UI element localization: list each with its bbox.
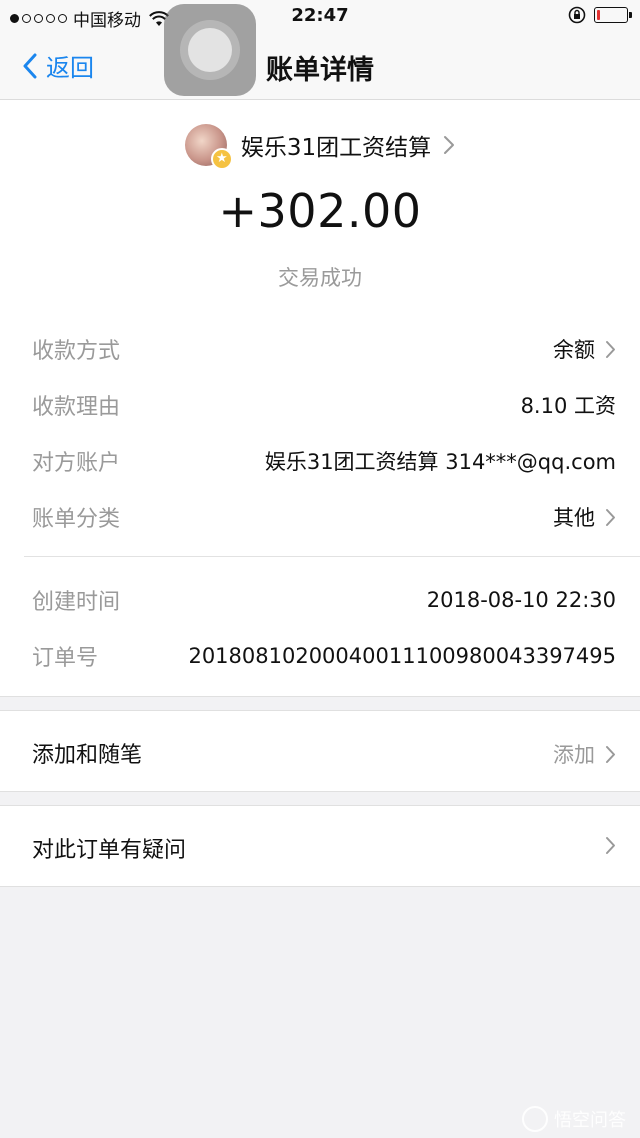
meta-row-created-time: 创建时间 2018-08-10 22:30	[32, 580, 616, 620]
battery-level	[597, 10, 600, 20]
detail-label: 账单分类	[32, 507, 121, 532]
transaction-status: 交易成功	[278, 266, 362, 290]
transaction-amount: +302.00	[218, 184, 422, 238]
clock: 22:47	[291, 5, 349, 26]
detail-value: 8.10 工资	[520, 394, 616, 418]
question-label: 对此订单有疑问	[32, 838, 187, 863]
detail-row-payment-method[interactable]: 收款方式 余额	[32, 329, 616, 369]
page-title: 账单详情	[266, 55, 374, 86]
watermark: 悟空问答	[522, 1106, 626, 1132]
watermark-text: 悟空问答	[554, 1110, 626, 1131]
navigation-bar: 返回 账单详情	[0, 34, 640, 100]
detail-value: 其他	[553, 506, 595, 530]
order-question-row[interactable]: 对此订单有疑问	[0, 805, 640, 887]
detail-value: 娱乐31团工资结算 314***@qq.com	[264, 450, 616, 474]
detail-row-reason: 收款理由 8.10 工资	[32, 385, 616, 425]
chevron-right-icon	[606, 837, 615, 854]
chevron-right-icon	[606, 745, 615, 763]
chevron-right-icon	[444, 136, 455, 154]
meta-row-order-number: 订单号 20180810200040011100980043397495	[32, 636, 616, 676]
battery-icon	[594, 7, 632, 23]
assistive-touch-button[interactable]	[164, 4, 256, 96]
detail-row-counterparty: 对方账户 娱乐31团工资结算 314***@qq.com	[32, 441, 616, 481]
payee-name: 娱乐31团工资结算	[240, 135, 432, 161]
meta-value: 20180810200040011100980043397495	[188, 644, 616, 668]
transaction-card: ★ 娱乐31团工资结算 +302.00 交易成功 收款方式 余额 收款理由 8.…	[0, 100, 640, 697]
notes-label: 添加和随笔	[32, 743, 143, 768]
chevron-right-icon	[606, 508, 615, 526]
detail-label: 收款方式	[32, 339, 121, 364]
detail-label: 对方账户	[32, 451, 121, 476]
chevron-right-icon	[606, 340, 615, 358]
divider	[24, 556, 640, 557]
payee-link[interactable]: ★ 娱乐31团工资结算	[0, 122, 640, 170]
status-bar: 中国移动 22:47	[0, 0, 640, 34]
star-badge-icon: ★	[210, 148, 233, 170]
detail-value: 余额	[553, 338, 595, 362]
detail-row-category[interactable]: 账单分类 其他	[32, 497, 616, 537]
rotation-lock-icon	[568, 6, 586, 24]
notes-action: 添加	[553, 743, 595, 767]
meta-label: 订单号	[32, 646, 99, 671]
wukong-logo-icon	[522, 1106, 548, 1132]
avatar: ★	[184, 124, 233, 170]
meta-value: 2018-08-10 22:30	[426, 588, 616, 612]
meta-label: 创建时间	[32, 590, 121, 615]
notes-row[interactable]: 添加和随笔 添加	[0, 710, 640, 792]
detail-label: 收款理由	[32, 395, 121, 420]
